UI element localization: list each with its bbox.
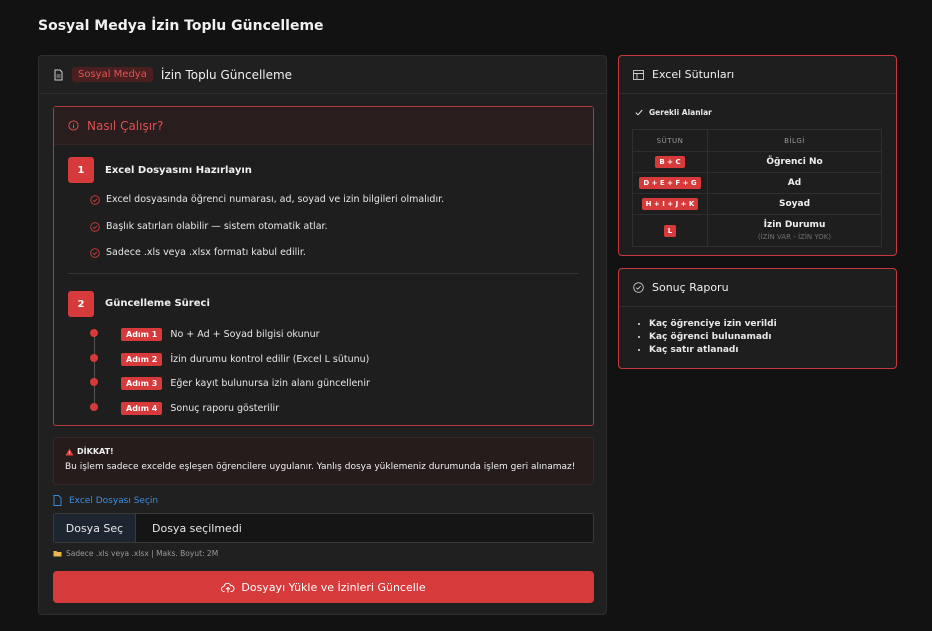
file-icon bbox=[53, 495, 62, 506]
page-title: Sosyal Medya İzin Toplu Güncelleme bbox=[38, 18, 324, 34]
document-icon bbox=[54, 69, 63, 80]
timeline-step: Adım 4 Sonuç raporu gösterilir bbox=[121, 402, 279, 415]
result-report-header: Sonuç Raporu bbox=[619, 269, 896, 307]
requirement-item: Excel dosyasında öğrenci numarası, ad, s… bbox=[90, 194, 444, 205]
file-status: Dosya seçilmedi bbox=[152, 521, 242, 535]
file-label-text: Excel Dosyası Seçin bbox=[69, 495, 159, 506]
column-info-cell: İzin Durumu (İZİN VAR - İZİN YOK) bbox=[707, 214, 882, 247]
file-hint: Sadece .xls veya .xlsx | Maks. Boyut: 2M bbox=[53, 549, 218, 558]
excel-columns-title: Excel Sütunları bbox=[652, 68, 735, 81]
table-row: D + E + F + G Ad bbox=[632, 172, 882, 194]
step-badge: Adım 2 bbox=[121, 353, 163, 366]
category-badge: Sosyal Medya bbox=[72, 67, 153, 82]
timeline-dot bbox=[90, 329, 98, 337]
columns-table: SÜTUN BİLGİ B + C Öğrenci No D + E + F +… bbox=[632, 129, 882, 247]
column-info-sub: (İZİN VAR - İZİN YOK) bbox=[757, 233, 832, 241]
check-circle-icon bbox=[633, 282, 644, 293]
main-card-header: Sosyal Medya İzin Toplu Güncelleme bbox=[39, 56, 606, 94]
table-row: B + C Öğrenci No bbox=[632, 151, 882, 173]
table-row: H + I + J + K Soyad bbox=[632, 193, 882, 215]
step-badge: Adım 4 bbox=[121, 402, 163, 415]
requirement-text: Excel dosyasında öğrenci numarası, ad, s… bbox=[106, 194, 445, 205]
list-item: Kaç öğrenciye izin verildi bbox=[649, 319, 777, 329]
table-row: L İzin Durumu (İZİN VAR - İZİN YOK) bbox=[632, 214, 882, 247]
step-1-number: 1 bbox=[68, 157, 94, 183]
table-icon bbox=[633, 69, 644, 80]
column-badge: L bbox=[663, 224, 677, 237]
step-1-title: Excel Dosyasını Hazırlayın bbox=[105, 165, 252, 176]
step-badge: Adım 3 bbox=[121, 377, 163, 390]
list-item: Kaç öğrenci bulunamadı bbox=[649, 332, 777, 342]
card-title: İzin Toplu Güncelleme bbox=[160, 67, 293, 82]
requirement-text: Başlık satırları olabilir — sistem otoma… bbox=[106, 221, 328, 232]
file-hint-text: Sadece .xls veya .xlsx | Maks. Boyut: 2M bbox=[66, 549, 219, 558]
warning-title-row: DİKKAT! bbox=[65, 447, 582, 456]
timeline-dot bbox=[90, 403, 98, 411]
check-icon bbox=[635, 109, 643, 116]
timeline-step: Adım 3 Eğer kayıt bulunursa izin alanı g… bbox=[121, 377, 370, 390]
timeline-step: Adım 1 No + Ad + Soyad bilgisi okunur bbox=[121, 328, 320, 341]
column-badge: B + C bbox=[655, 156, 685, 168]
how-it-works-title: Nasıl Çalışır? bbox=[87, 118, 164, 133]
step-text: Sonuç raporu gösterilir bbox=[170, 403, 280, 414]
requirement-item: Başlık satırları olabilir — sistem otoma… bbox=[90, 221, 328, 232]
requirement-item: Sadece .xls veya .xlsx formatı kabul edi… bbox=[90, 247, 306, 258]
step-2-title: Güncelleme Süreci bbox=[105, 298, 210, 309]
step-text: İzin durumu kontrol edilir (Excel L sütu… bbox=[170, 354, 370, 365]
check-circle-icon bbox=[90, 247, 100, 258]
step-text: Eğer kayıt bulunursa izin alanı güncelle… bbox=[170, 378, 370, 389]
column-info: İzin Durumu bbox=[763, 220, 826, 230]
file-input[interactable]: Dosya Seç Dosya seçilmedi bbox=[53, 513, 594, 543]
result-report-card: Sonuç Raporu Kaç öğrenciye izin verildi … bbox=[618, 268, 897, 369]
column-badge: D + E + F + G bbox=[639, 177, 701, 189]
table-header-row: SÜTUN BİLGİ bbox=[632, 129, 882, 152]
timeline-dot bbox=[90, 354, 98, 362]
step-badge: Adım 1 bbox=[121, 328, 163, 341]
check-circle-icon bbox=[90, 221, 100, 232]
result-report-list: Kaç öğrenciye izin verildi Kaç öğrenci b… bbox=[649, 319, 777, 358]
upload-button-label: Dosyayı Yükle ve İzinleri Güncelle bbox=[241, 580, 426, 594]
main-card: Sosyal Medya İzin Toplu Güncelleme Nasıl… bbox=[38, 55, 607, 615]
how-it-works-header: Nasıl Çalışır? bbox=[54, 107, 593, 145]
step-text: No + Ad + Soyad bilgisi okunur bbox=[170, 329, 320, 340]
how-it-works-panel: Nasıl Çalışır? 1 Excel Dosyasını Hazırla… bbox=[53, 106, 594, 426]
warning-alert: DİKKAT! Bu işlem sadece excelde eşleşen … bbox=[53, 437, 594, 485]
result-report-title: Sonuç Raporu bbox=[652, 281, 729, 294]
warning-title: DİKKAT! bbox=[77, 447, 114, 456]
excel-columns-card: Excel Sütunları Gerekli Alanlar SÜTUN Bİ… bbox=[618, 55, 897, 256]
warning-text: Bu işlem sadece excelde eşleşen öğrencil… bbox=[65, 462, 576, 472]
required-fields-text: Gerekli Alanlar bbox=[649, 108, 712, 117]
column-info: Soyad bbox=[707, 193, 882, 215]
info-icon bbox=[68, 120, 79, 131]
cloud-upload-icon bbox=[221, 582, 235, 592]
divider bbox=[68, 273, 579, 274]
timeline-dot bbox=[90, 378, 98, 386]
step-2-number: 2 bbox=[68, 291, 94, 317]
check-circle-icon bbox=[90, 194, 100, 205]
list-item: Kaç satır atlanadı bbox=[649, 345, 777, 355]
upload-button[interactable]: Dosyayı Yükle ve İzinleri Güncelle bbox=[53, 571, 594, 603]
warning-icon bbox=[65, 447, 74, 456]
required-fields-label: Gerekli Alanlar bbox=[635, 108, 712, 117]
choose-file-button[interactable]: Dosya Seç bbox=[54, 514, 136, 542]
folder-icon bbox=[53, 551, 62, 557]
column-info: Öğrenci No bbox=[707, 151, 882, 173]
timeline-step: Adım 2 İzin durumu kontrol edilir (Excel… bbox=[121, 353, 369, 366]
requirement-text: Sadece .xls veya .xlsx formatı kabul edi… bbox=[106, 247, 306, 258]
excel-columns-header: Excel Sütunları bbox=[619, 56, 896, 94]
column-info: Ad bbox=[707, 172, 882, 194]
file-label: Excel Dosyası Seçin bbox=[53, 495, 158, 506]
column-badge: H + I + J + K bbox=[641, 198, 699, 210]
column-header: SÜTUN bbox=[632, 129, 708, 152]
timeline-line bbox=[94, 335, 95, 409]
column-header: BİLGİ bbox=[707, 129, 882, 152]
